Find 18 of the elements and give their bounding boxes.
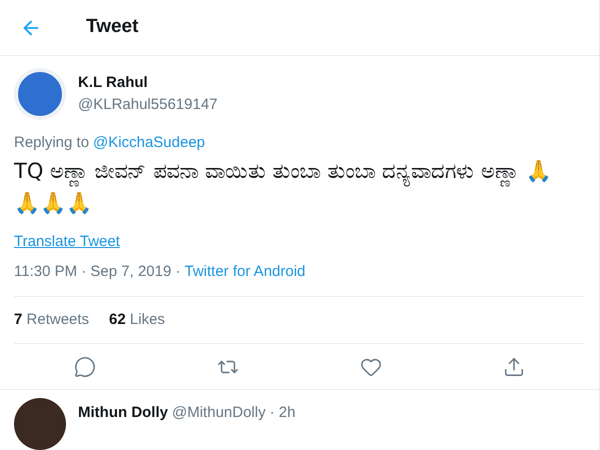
tweet-text: TQ ಅಣ್ಣಾ ಜೀವನ್ ಪವನಾ ವಾಯಿತು ತುಂಬಾ ತುಂಬಾ ದನ್ಯವಾದಗಳು ಅಣ್ಣಾ 🙏🙏🙏🙏 <box>14 158 552 216</box>
user-handle: @MithunDolly <box>172 403 266 423</box>
replying-label: Replying to <box>14 133 90 153</box>
timestamp: 11:30 PM · Sep 7, 2019 · <box>14 262 180 282</box>
header-title: Tweet <box>86 15 138 40</box>
avatar <box>14 68 66 120</box>
user-name: Mithun Dolly <box>78 403 168 423</box>
avatar <box>14 398 66 450</box>
reply-time: · 2h <box>270 403 296 423</box>
stat-link[interactable]: 7 Retweets <box>14 308 90 331</box>
stat-link[interactable]: 62 Likes <box>109 308 165 331</box>
translate-link[interactable]: Translate Tweet <box>14 230 120 253</box>
user-name: K.L Rahul <box>78 72 149 92</box>
user-handle: @KLRahul55619147 <box>78 95 218 115</box>
reply-icon <box>74 356 96 378</box>
mention-link[interactable]: @KicchaSudeep <box>93 132 206 154</box>
share-icon <box>502 356 525 378</box>
source-link[interactable]: Twitter for Android <box>184 261 306 284</box>
